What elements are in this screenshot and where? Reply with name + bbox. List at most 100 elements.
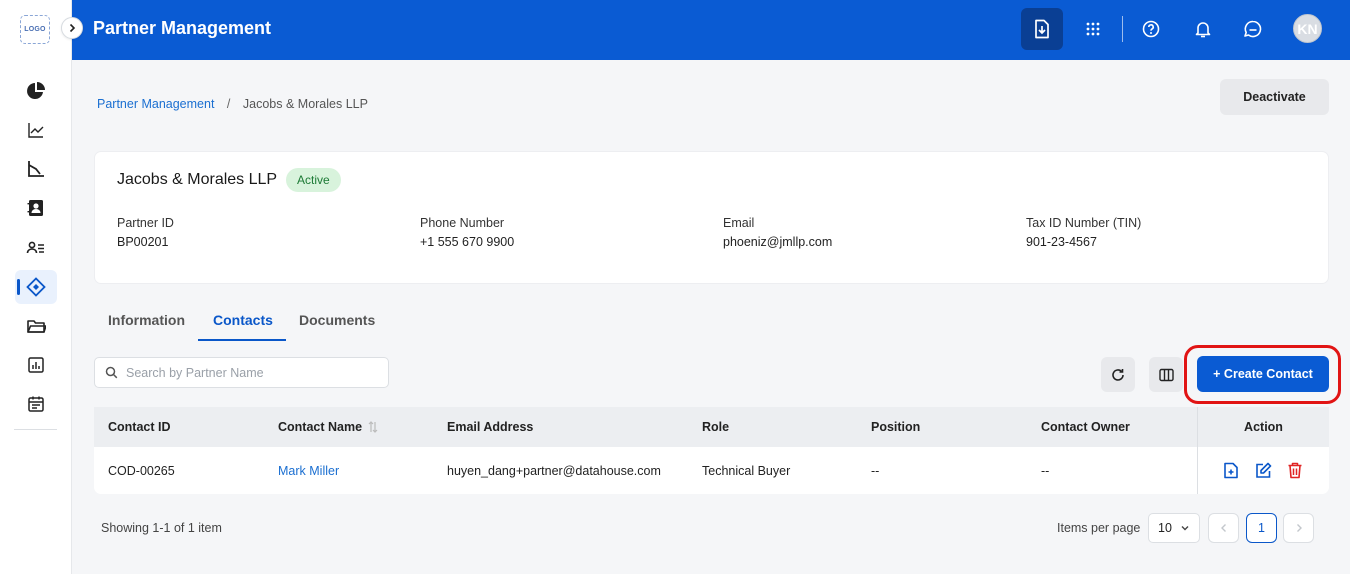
sidebar-item-contacts[interactable] xyxy=(15,191,57,225)
column-header-action: Action xyxy=(1244,420,1283,434)
pagination-summary: Showing 1-1 of 1 item xyxy=(101,521,222,535)
chat-icon xyxy=(1244,20,1262,38)
cell-contact-id: COD-00265 xyxy=(108,464,175,478)
contact-card-icon xyxy=(27,200,43,216)
field-tax-id: Tax ID Number (TIN) 901-23-4567 xyxy=(1026,216,1141,249)
logo: LOGO xyxy=(20,15,50,44)
column-header-contact-name[interactable]: Contact Name xyxy=(278,420,378,434)
column-header-position[interactable]: Position xyxy=(871,420,920,434)
refresh-button[interactable] xyxy=(1101,357,1135,392)
field-partner-id: Partner ID BP00201 xyxy=(117,216,174,249)
sidebar-divider xyxy=(14,429,57,430)
folder-icon xyxy=(27,320,46,333)
field-phone-number: Phone Number +1 555 670 9900 xyxy=(420,216,514,249)
field-label: Phone Number xyxy=(420,216,505,230)
chevron-right-icon xyxy=(69,23,76,33)
download-button[interactable] xyxy=(1021,8,1063,50)
cell-contact-name-link[interactable]: Mark Miller xyxy=(278,464,339,478)
table-header: Contact ID Contact Name Email Address Ro… xyxy=(94,407,1329,447)
edit-contact-button[interactable] xyxy=(1254,461,1272,479)
add-document-button[interactable] xyxy=(1222,461,1240,479)
tab-contacts[interactable]: Contacts xyxy=(213,312,273,328)
items-per-page-value: 10 xyxy=(1158,521,1172,535)
sort-icon xyxy=(368,421,378,433)
create-contact-button[interactable]: + Create Contact xyxy=(1197,356,1329,392)
user-avatar[interactable]: KN xyxy=(1293,14,1322,43)
chevron-down-icon xyxy=(1181,526,1189,531)
column-header-role[interactable]: Role xyxy=(702,420,729,434)
breadcrumb: Partner Management / Jacobs & Morales LL… xyxy=(97,97,368,111)
prev-page-button[interactable] xyxy=(1208,513,1239,543)
field-value: BP00201 xyxy=(117,235,169,249)
column-header-label: Contact Name xyxy=(278,420,363,434)
help-icon xyxy=(1142,20,1160,38)
breadcrumb-root-link[interactable]: Partner Management xyxy=(97,97,214,111)
add-file-icon xyxy=(1224,462,1238,478)
sidebar-item-partners[interactable] xyxy=(15,270,57,304)
report-icon xyxy=(28,357,44,373)
left-rail: LOGO xyxy=(0,0,72,574)
grid-icon xyxy=(1086,22,1100,36)
messages-button[interactable] xyxy=(1232,8,1274,50)
calendar-icon xyxy=(28,396,44,412)
partner-summary-card: Jacobs & Morales LLP Active Partner ID B… xyxy=(94,151,1329,284)
items-per-page-select[interactable]: 10 xyxy=(1148,513,1200,543)
user-list-icon xyxy=(26,241,44,254)
field-value: +1 555 670 9900 xyxy=(420,235,515,249)
bell-icon xyxy=(1195,22,1211,38)
sidebar-item-users[interactable] xyxy=(15,231,57,265)
deactivate-button[interactable]: Deactivate xyxy=(1220,79,1329,115)
next-page-button[interactable] xyxy=(1283,513,1314,543)
partner-tag-icon xyxy=(26,277,46,297)
page-button-current[interactable]: 1 xyxy=(1246,513,1277,543)
contacts-table: Contact ID Contact Name Email Address Ro… xyxy=(94,407,1329,494)
column-header-email[interactable]: Email Address xyxy=(447,420,533,434)
field-label: Tax ID Number (TIN) xyxy=(1026,216,1142,230)
trend-chart-icon xyxy=(28,161,44,177)
sidebar-item-files[interactable] xyxy=(15,309,57,343)
field-value: 901-23-4567 xyxy=(1026,235,1097,249)
download-file-icon xyxy=(1035,19,1049,39)
breadcrumb-separator: / xyxy=(226,97,231,111)
trash-icon xyxy=(1288,462,1302,478)
sidebar-item-trends[interactable] xyxy=(15,152,57,186)
search-icon xyxy=(105,366,118,379)
chevron-right-icon xyxy=(1296,524,1302,532)
field-value: phoeniz@jmllp.com xyxy=(723,235,833,249)
sidebar-item-reports[interactable] xyxy=(15,348,57,382)
cell-role: Technical Buyer xyxy=(702,464,791,478)
line-chart-icon xyxy=(28,123,44,138)
column-header-contact-id[interactable]: Contact ID xyxy=(108,420,171,434)
items-per-page-label: Items per page xyxy=(1057,521,1141,535)
header-divider xyxy=(1122,16,1123,42)
tab-information[interactable]: Information xyxy=(108,312,185,328)
sidebar-item-analytics[interactable] xyxy=(15,113,57,147)
field-email: Email phoeniz@jmllp.com xyxy=(723,216,832,249)
pie-chart-icon xyxy=(27,82,45,99)
columns-button[interactable] xyxy=(1149,357,1183,392)
sidebar-item-dashboard[interactable] xyxy=(15,74,57,108)
chevron-left-icon xyxy=(1220,524,1226,532)
delete-contact-button[interactable] xyxy=(1286,461,1304,479)
notifications-button[interactable] xyxy=(1182,8,1224,50)
cell-contact-owner: -- xyxy=(1041,464,1050,478)
tab-documents[interactable]: Documents xyxy=(299,312,375,328)
refresh-icon xyxy=(1112,368,1124,381)
field-label: Partner ID xyxy=(117,216,174,230)
partner-name: Jacobs & Morales LLP xyxy=(117,171,278,188)
apps-button[interactable] xyxy=(1072,8,1114,50)
search-box xyxy=(94,357,389,388)
sidebar-item-calendar[interactable] xyxy=(15,387,57,421)
edit-icon xyxy=(1255,462,1271,478)
columns-icon xyxy=(1158,368,1174,381)
field-label: Email xyxy=(723,216,755,230)
cell-email: huyen_dang+partner@datahouse.com xyxy=(447,464,661,478)
page-title: Partner Management xyxy=(93,18,272,38)
sidebar-toggle-button[interactable] xyxy=(61,17,83,39)
search-input[interactable] xyxy=(126,365,376,380)
help-button[interactable] xyxy=(1130,8,1172,50)
breadcrumb-current: Jacobs & Morales LLP xyxy=(242,97,368,111)
cell-position: -- xyxy=(871,464,880,478)
top-header: Partner Management KN xyxy=(72,0,1350,60)
column-header-contact-owner[interactable]: Contact Owner xyxy=(1041,420,1130,434)
